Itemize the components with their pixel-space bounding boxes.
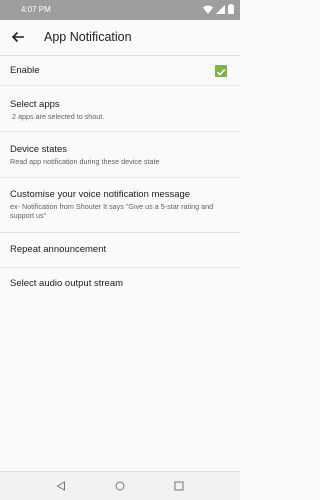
repeat-announcement-row[interactable]: Repeat announcement (0, 233, 240, 268)
signal-icon (216, 4, 225, 14)
device-states-summary: Read app notification during these devic… (10, 157, 160, 166)
repeat-announcement-label: Repeat announcement (10, 244, 107, 255)
select-apps-row[interactable]: Select apps 2 apps are selected to shout… (0, 86, 240, 132)
customise-message-summary: ex- Notification from Shouter It says "G… (10, 202, 214, 220)
nav-back-icon[interactable] (56, 481, 66, 491)
select-apps-summary: 2 apps are selected to shout. (10, 112, 105, 121)
device-states-row[interactable]: Device states Read app notification duri… (0, 132, 240, 178)
wifi-icon (203, 5, 213, 14)
back-arrow-icon[interactable] (10, 29, 26, 45)
customise-message-row[interactable]: Customise your voice notification messag… (0, 178, 240, 233)
status-icons (203, 4, 234, 14)
navigation-bar (0, 471, 240, 500)
device-states-label: Device states (10, 144, 68, 155)
audio-stream-row[interactable]: Select audio output stream (0, 268, 240, 299)
customise-message-label: Customise your voice notification messag… (10, 189, 191, 200)
select-apps-label: Select apps (10, 99, 60, 110)
checkmark-icon (216, 68, 226, 76)
app-bar: App Notification (0, 20, 240, 56)
nav-recents-icon[interactable] (174, 481, 184, 491)
battery-icon (228, 4, 234, 14)
status-time: 4:07 PM (21, 5, 51, 14)
page-title: App Notification (44, 30, 132, 44)
enable-row[interactable]: Enable (0, 56, 240, 86)
status-bar: 4:07 PM (0, 0, 240, 20)
nav-home-icon[interactable] (115, 481, 125, 491)
enable-checkbox[interactable] (215, 65, 227, 77)
enable-label: Enable (10, 65, 40, 76)
audio-stream-label: Select audio output stream (10, 278, 124, 289)
